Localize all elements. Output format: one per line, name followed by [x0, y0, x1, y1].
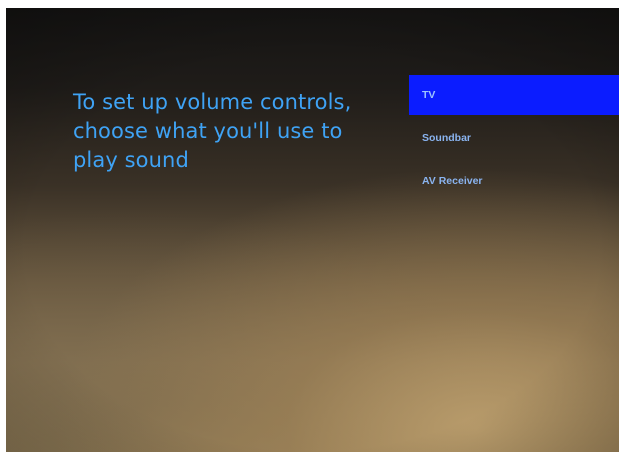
setup-prompt: To set up volume controls, choose what y… [73, 90, 352, 172]
sound-device-menu: TV Soundbar AV Receiver [409, 75, 619, 204]
tv-screen: To set up volume controls, choose what y… [6, 8, 619, 452]
option-tv[interactable]: TV [409, 75, 619, 115]
option-soundbar[interactable]: Soundbar [409, 118, 619, 158]
option-av-receiver[interactable]: AV Receiver [409, 161, 619, 201]
